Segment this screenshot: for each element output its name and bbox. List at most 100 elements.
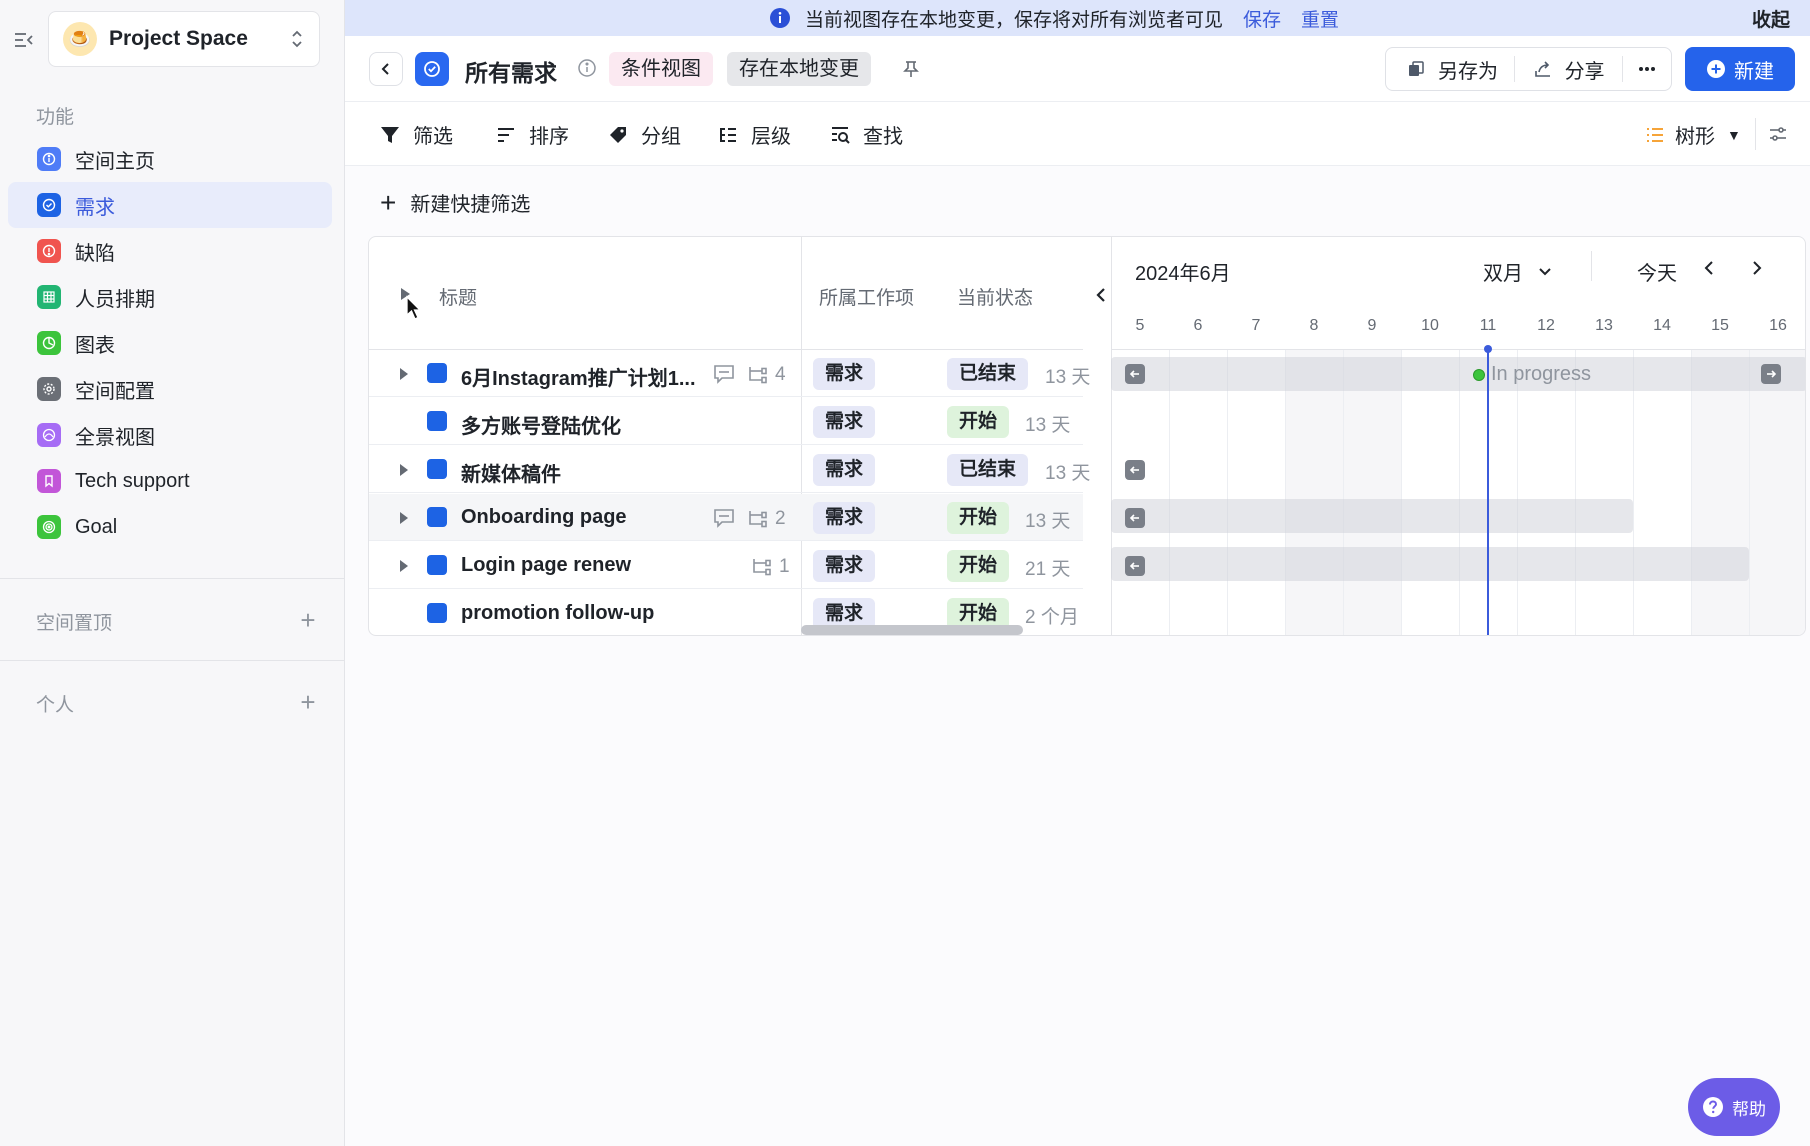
sort-button[interactable]: 排序: [495, 120, 569, 149]
reset-link[interactable]: 重置: [1301, 5, 1339, 32]
subtask-count-value: 4: [775, 364, 786, 385]
add-personal-button[interactable]: +: [298, 689, 318, 715]
banner-message: 当前视图存在本地变更，保存将对所有浏览者可见: [805, 9, 1224, 31]
chevron-left-icon[interactable]: [1701, 259, 1719, 277]
scroll-to-start-button[interactable]: [1125, 556, 1145, 576]
subtask-count[interactable]: 4: [747, 364, 786, 386]
group-button[interactable]: 分组: [607, 120, 681, 149]
sidebar-item-defects[interactable]: 缺陷: [8, 228, 332, 274]
sidebar-item-space-home[interactable]: 空间主页: [8, 136, 332, 182]
comment-icon[interactable]: [713, 364, 735, 384]
back-button[interactable]: [369, 52, 403, 86]
row-title[interactable]: promotion follow-up: [461, 602, 654, 625]
info-outline-icon[interactable]: [577, 58, 597, 78]
table-row[interactable]: 6月Instagram推广计划1... 4 需求 已结束 13 天: [369, 350, 1090, 397]
condition-view-tag[interactable]: 条件视图: [609, 52, 713, 86]
new-button[interactable]: 新建: [1685, 47, 1795, 91]
row-title[interactable]: 新媒体稿件: [461, 458, 561, 487]
status-badge[interactable]: 开始: [947, 406, 1010, 438]
sliders-icon[interactable]: [1766, 122, 1790, 146]
gantt-bar[interactable]: [1111, 547, 1749, 581]
day-label: 13: [1595, 317, 1613, 334]
gantt-header-divider: [1111, 349, 1805, 350]
scroll-to-end-button[interactable]: [1761, 364, 1781, 384]
collapse-columns-icon[interactable]: [1091, 285, 1111, 305]
filter-button[interactable]: 筛选: [379, 120, 453, 149]
workitem-badge: 需求: [813, 550, 876, 582]
row-title[interactable]: 多方账号登陆优化: [461, 410, 621, 439]
day-gridline: [1227, 349, 1228, 635]
space-switcher[interactable]: 🍮 Project Space: [48, 11, 320, 67]
table-row[interactable]: Onboarding page 2 需求 开始 13 天: [369, 494, 1083, 541]
sidebar-item-tech-support[interactable]: Tech support: [8, 458, 332, 504]
day-label: 9: [1367, 317, 1377, 334]
level-button[interactable]: 层级: [717, 120, 791, 149]
row-title[interactable]: 6月Instagram推广计划1...: [461, 362, 696, 391]
gantt-bar[interactable]: [1111, 357, 1805, 391]
time-scale-dropdown[interactable]: 双月: [1483, 257, 1553, 286]
scroll-to-start-button[interactable]: [1125, 460, 1145, 480]
target-icon: [37, 515, 61, 539]
sidebar-item-goal[interactable]: Goal: [8, 504, 332, 550]
scroll-to-start-button[interactable]: [1125, 364, 1145, 384]
sidebar-item-label: 需求: [75, 196, 115, 219]
row-title[interactable]: Onboarding page: [461, 506, 627, 529]
view-mode-dropdown[interactable]: 树形 ▼: [1645, 120, 1741, 149]
local-change-tag[interactable]: 存在本地变更: [727, 52, 871, 86]
help-button[interactable]: 帮助: [1688, 1078, 1780, 1136]
sort-label: 排序: [529, 126, 569, 148]
comment-icon[interactable]: [713, 508, 735, 528]
today-marker-line: [1487, 349, 1489, 635]
status-badge[interactable]: 已结束: [947, 358, 1029, 390]
sidebar-item-scheduling[interactable]: 人员排期: [8, 274, 332, 320]
sidebar-item-space-config[interactable]: 空间配置: [8, 366, 332, 412]
sidebar-item-requirements[interactable]: 需求: [8, 182, 332, 228]
save-link[interactable]: 保存: [1243, 5, 1281, 32]
more-button[interactable]: [1623, 48, 1671, 90]
sidebar-collapse-icon[interactable]: [12, 28, 36, 52]
expand-row-icon[interactable]: [399, 367, 409, 381]
horizontal-scrollbar[interactable]: [801, 625, 1023, 635]
table-row[interactable]: 多方账号登陆优化 需求 开始 13 天: [369, 398, 1083, 445]
add-pinned-button[interactable]: +: [298, 607, 318, 633]
column-header-workitem[interactable]: 所属工作项: [819, 283, 914, 310]
sort-icon: [498, 127, 514, 142]
share-button[interactable]: 分享: [1515, 48, 1623, 90]
table-row[interactable]: 新媒体稿件 需求 已结束 13 天: [369, 446, 1090, 493]
chevron-left-icon: [381, 63, 389, 75]
sidebar-item-charts[interactable]: 图表: [8, 320, 332, 366]
subtask-count[interactable]: 1: [751, 556, 790, 578]
banner-collapse-button[interactable]: 收起: [1752, 5, 1790, 32]
status-badge[interactable]: 已结束: [947, 454, 1029, 486]
status-badge[interactable]: 开始: [947, 550, 1010, 582]
save-as-button[interactable]: 另存为: [1386, 48, 1514, 90]
requirement-type-icon: [427, 459, 447, 479]
day-label: 12: [1537, 317, 1555, 334]
expand-row-icon[interactable]: [399, 559, 409, 573]
progress-status-label[interactable]: In progress: [1473, 363, 1591, 386]
chevron-right-icon[interactable]: [1747, 259, 1765, 277]
check-circle-icon: [37, 193, 61, 217]
find-button[interactable]: 查找: [829, 120, 903, 149]
day-gridline: [1459, 349, 1460, 635]
status-badge[interactable]: 开始: [947, 502, 1010, 534]
pin-icon[interactable]: [900, 58, 922, 80]
today-button[interactable]: 今天: [1637, 257, 1677, 286]
table-row[interactable]: Login page renew 1 需求 开始 21 天: [369, 542, 1083, 589]
row-title[interactable]: Login page renew: [461, 554, 631, 577]
expand-row-icon[interactable]: [399, 463, 409, 477]
expand-row-icon[interactable]: [399, 511, 409, 525]
day-gridline: [1517, 349, 1518, 635]
column-header-status[interactable]: 当前状态: [957, 283, 1033, 310]
gantt-bar[interactable]: [1111, 499, 1633, 533]
new-quick-filter-button[interactable]: + 新建快捷筛选: [380, 188, 530, 217]
subtask-count[interactable]: 2: [747, 508, 786, 530]
bookmark-icon: [37, 469, 61, 493]
day-gridline: [1691, 349, 1692, 635]
column-header-title[interactable]: 标题: [439, 283, 477, 310]
toolbar-separator: [1755, 118, 1756, 150]
arrow-left-icon: [1129, 562, 1139, 570]
scroll-to-start-button[interactable]: [1125, 508, 1145, 528]
sidebar-item-label: 图表: [75, 334, 115, 357]
sidebar-item-panorama[interactable]: 全景视图: [8, 412, 332, 458]
